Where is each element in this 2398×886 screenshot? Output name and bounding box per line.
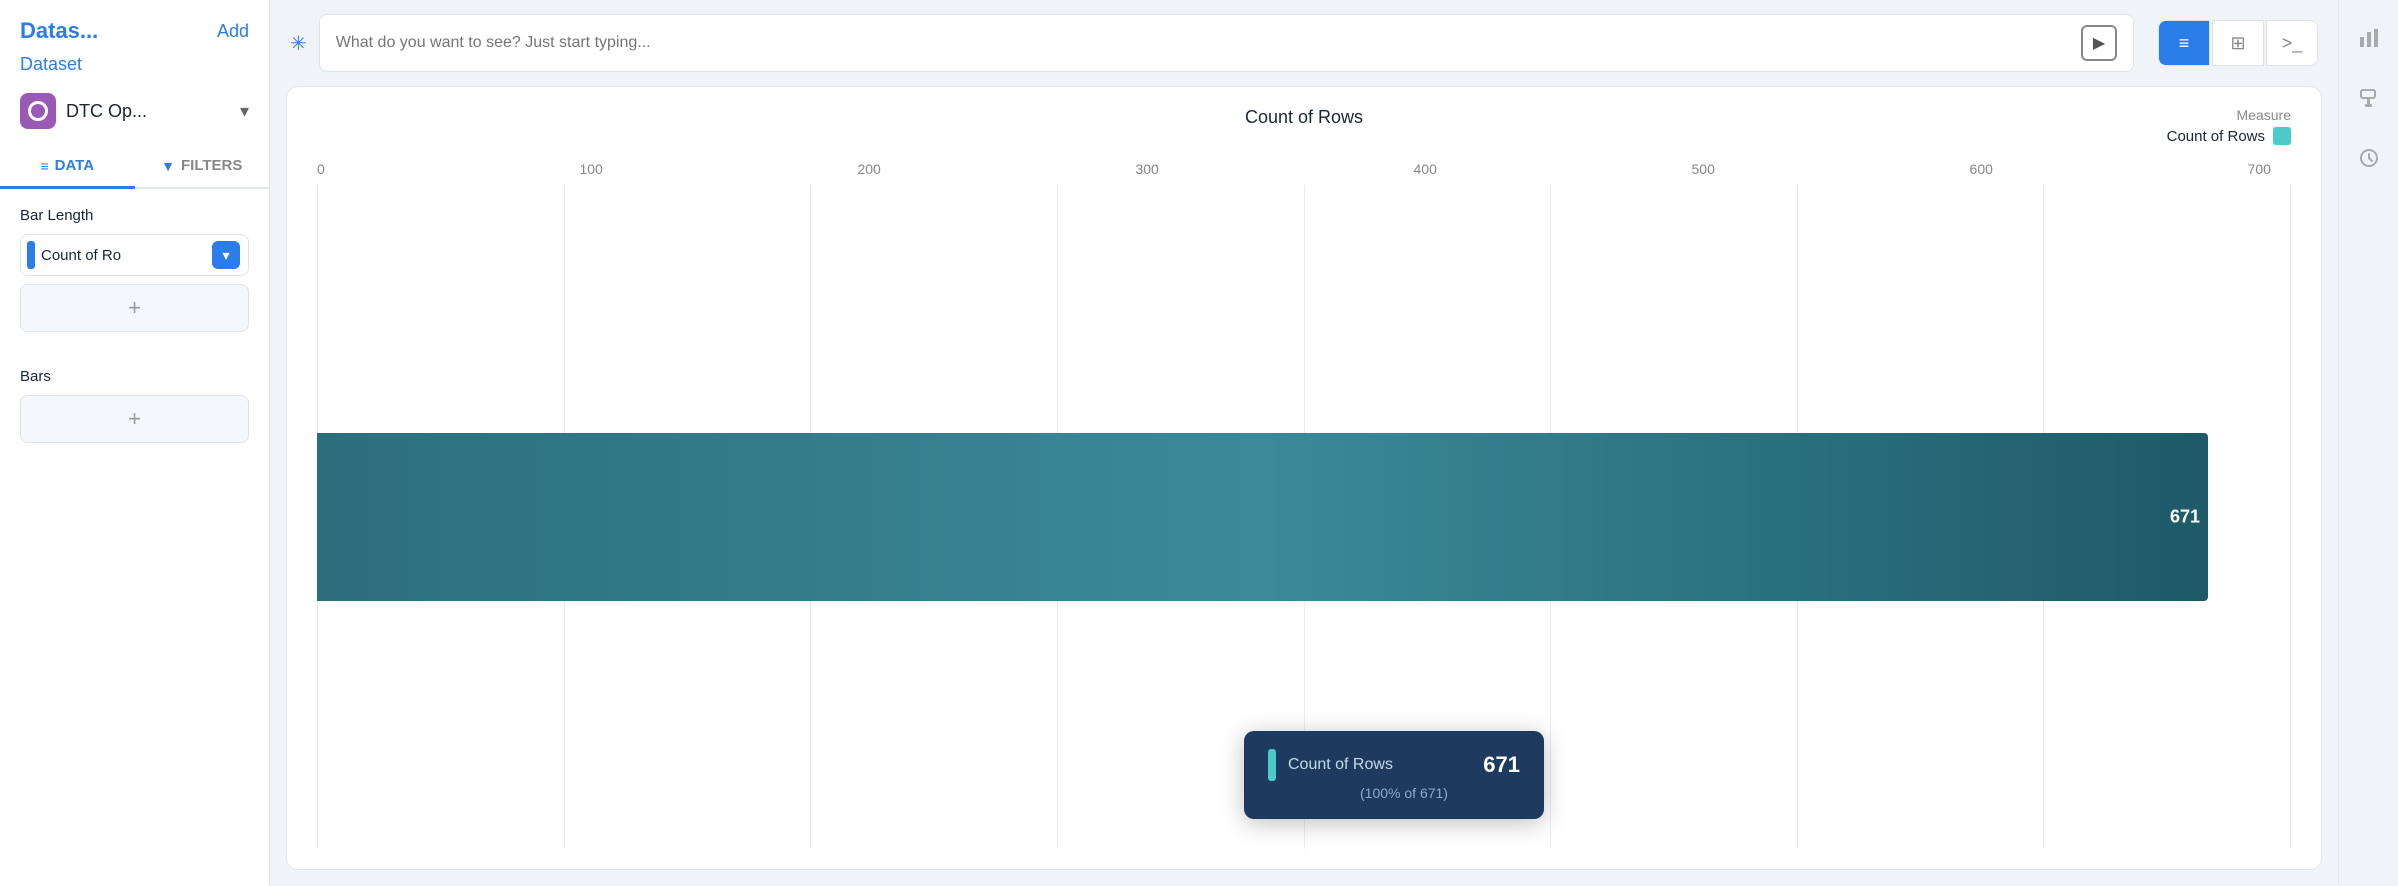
tooltip-percent: (100% of 671) [1268, 785, 1520, 801]
x-label-100: 100 [579, 161, 602, 177]
dataset-chevron-icon[interactable]: ▾ [240, 101, 249, 122]
legend-item: Count of Rows [2167, 127, 2291, 145]
paint-roller-icon[interactable] [2351, 80, 2387, 116]
x-label-500: 500 [1692, 161, 1715, 177]
x-label-400: 400 [1414, 161, 1437, 177]
bars-section: Bars + [0, 350, 269, 461]
legend-color-box [2273, 127, 2291, 145]
x-label-200: 200 [857, 161, 880, 177]
datas-label: Datas... [20, 18, 98, 44]
tooltip-color-bar [1268, 749, 1276, 781]
legend-item-name: Count of Rows [2167, 128, 2265, 145]
x-label-700: 700 [2248, 161, 2271, 177]
dataset-label: Dataset [0, 54, 269, 85]
tooltip-row: Count of Rows 671 [1268, 749, 1520, 781]
chart-legend: Measure Count of Rows [2071, 107, 2291, 145]
sidebar-nav-filters[interactable]: ▼ FILTERS [135, 145, 270, 189]
sidebar-nav-data[interactable]: ≡ DATA [0, 145, 135, 189]
chart-container: Count of Rows Measure Count of Rows 0 10… [286, 86, 2322, 870]
view-toggle: ≡ ⊞ >_ [2158, 20, 2318, 66]
table-view-button[interactable]: ⊞ [2212, 20, 2264, 66]
x-label-600: 600 [1970, 161, 1993, 177]
topbar: ✳ ▶ ≡ ⊞ >_ [270, 0, 2338, 86]
bars-label: Bars [20, 368, 249, 385]
filter-nav-label: FILTERS [181, 157, 242, 174]
bar-fill: 671 [317, 433, 2208, 601]
tooltip-label: Count of Rows [1288, 756, 1471, 774]
sparkle-icon: ✳ [290, 31, 307, 56]
bar-row: 671 [317, 403, 2291, 631]
chart-title: Count of Rows [537, 107, 2071, 128]
tooltip-value: 671 [1483, 752, 1520, 778]
main-content: ✳ ▶ ≡ ⊞ >_ Count of Rows Measure Count o… [270, 0, 2338, 886]
bar-chart-icon[interactable] [2351, 20, 2387, 56]
add-button[interactable]: Add [217, 21, 249, 42]
sidebar-top: Datas... Add [0, 0, 269, 54]
sidebar: Datas... Add Dataset DTC Op... ▾ ≡ DATA … [0, 0, 270, 886]
tooltip: Count of Rows 671 (100% of 671) [1244, 731, 1544, 819]
bars-area: 671 Count of Rows 671 (100% of 671) [317, 185, 2291, 849]
data-nav-label: DATA [55, 157, 94, 174]
pill-text: Count of Ro [41, 247, 206, 264]
bar-track: 671 [317, 433, 2291, 601]
legend-label: Measure [2237, 107, 2291, 123]
dataset-name: DTC Op... [66, 101, 230, 122]
x-label-0: 0 [317, 161, 325, 177]
search-input[interactable] [336, 34, 2071, 52]
bar-value: 671 [2170, 507, 2200, 528]
add-bars-button[interactable]: + [20, 395, 249, 443]
right-sidebar [2338, 0, 2398, 886]
x-label-300: 300 [1135, 161, 1158, 177]
play-button[interactable]: ▶ [2081, 25, 2117, 61]
dataset-row: DTC Op... ▾ [0, 85, 269, 141]
filter-nav-icon: ▼ [161, 158, 175, 174]
x-axis: 0 100 200 300 400 500 600 700 [317, 161, 2291, 177]
x-axis-labels: 0 100 200 300 400 500 600 700 [317, 161, 2291, 177]
pill-color-indicator [27, 241, 35, 269]
dataset-icon-inner [28, 101, 48, 121]
chart-view-button[interactable]: ≡ [2158, 20, 2210, 66]
count-of-rows-pill: Count of Ro ▾ [20, 234, 249, 276]
chart-header: Count of Rows Measure Count of Rows [317, 107, 2291, 145]
dataset-icon [20, 93, 56, 129]
sidebar-nav: ≡ DATA ▼ FILTERS [0, 145, 269, 189]
clock-icon[interactable] [2351, 140, 2387, 176]
search-bar[interactable]: ▶ [319, 14, 2134, 72]
pill-dropdown-button[interactable]: ▾ [212, 241, 240, 269]
data-nav-icon: ≡ [40, 158, 48, 174]
bar-length-section: Bar Length Count of Ro ▾ + [0, 189, 269, 350]
add-bar-length-button[interactable]: + [20, 284, 249, 332]
code-view-button[interactable]: >_ [2266, 20, 2318, 66]
bar-length-label: Bar Length [20, 207, 249, 224]
